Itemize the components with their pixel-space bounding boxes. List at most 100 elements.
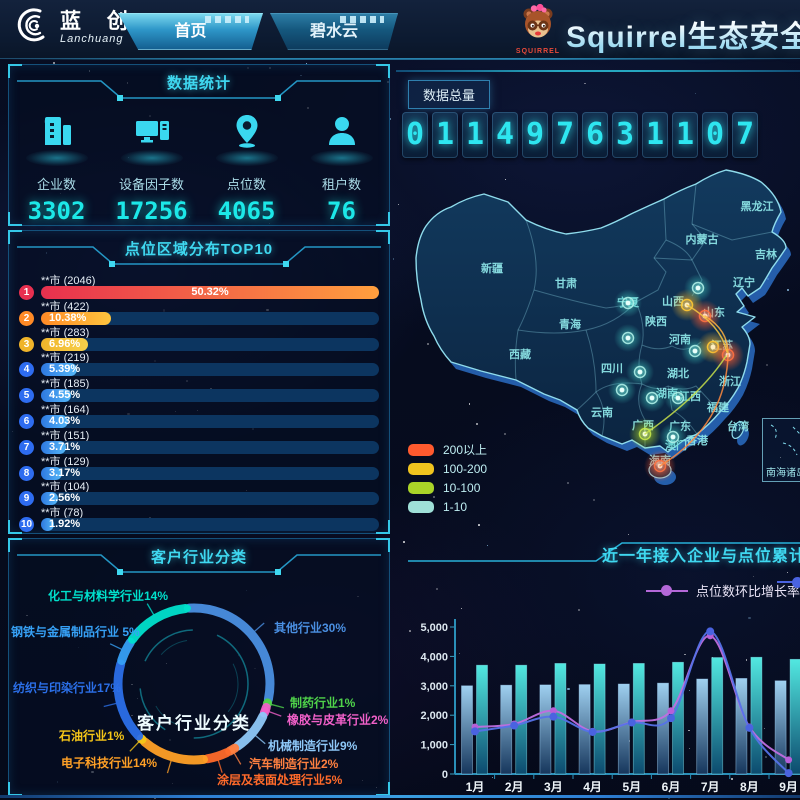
y-axis-tick: 3,000 bbox=[420, 681, 448, 693]
data-total-label: 数据总量 bbox=[408, 80, 490, 109]
panel-corner-accent bbox=[376, 212, 390, 226]
y-axis-tick: 4,000 bbox=[420, 651, 448, 663]
squirrel-mascot-icon: SQUIRREL bbox=[515, 3, 561, 55]
stats-grid: 企业数 3302 设备因子数 17256 bbox=[9, 109, 389, 225]
legend-line-marker bbox=[777, 581, 800, 583]
x-axis-month-label: 3月 bbox=[544, 780, 563, 794]
map-legend: 200以上 100-200 10-100 1-10 bbox=[408, 440, 487, 516]
rank-badge: 5 bbox=[19, 388, 34, 403]
map-province-label: 台湾 bbox=[727, 419, 749, 433]
devices-icon bbox=[130, 140, 174, 157]
panel-corner-accent bbox=[376, 64, 390, 78]
bar-percent: 50.32% bbox=[191, 286, 228, 299]
x-axis-month-label: 4月 bbox=[583, 780, 602, 794]
bar-track: 3.17% bbox=[41, 467, 379, 480]
slice-label-machinery: 机械制造行业9% bbox=[268, 737, 357, 754]
data-total-counter: 0 1 1 4 9 7 6 3 1 1 0 7 bbox=[402, 112, 758, 158]
x-axis-month-label: 6月 bbox=[662, 780, 681, 794]
map-province-label: 浙江 bbox=[719, 374, 741, 388]
inset-islands bbox=[763, 419, 800, 463]
counter-digit: 1 bbox=[462, 112, 488, 158]
panel-corner-accent bbox=[376, 520, 390, 534]
slice-label-steel: 钢铁与金属制品行业 5% bbox=[11, 623, 140, 640]
top10-row: **市 (219) 4 5.39% bbox=[19, 350, 379, 376]
top10-row: **市 (78) 10 1.92% bbox=[19, 505, 379, 531]
bar-track: 2.56% bbox=[41, 492, 379, 505]
logo-spiral-icon bbox=[16, 6, 52, 49]
panel-corner-accent bbox=[8, 538, 22, 552]
panel-title: 数据统计 bbox=[9, 72, 389, 93]
rank-badge: 3 bbox=[19, 337, 34, 352]
legend-swatch bbox=[408, 463, 434, 475]
user-icon bbox=[320, 140, 364, 157]
x-axis-month-label: 5月 bbox=[622, 780, 641, 794]
map-province-label: 陕西 bbox=[645, 314, 667, 328]
legend-swatch bbox=[408, 482, 434, 494]
bar-percent: 1.92% bbox=[49, 518, 80, 531]
panel-title: 客户行业分类 bbox=[9, 546, 389, 567]
top10-row: **市 (283) 3 6.96% bbox=[19, 325, 379, 351]
x-axis-month-label: 9月 bbox=[779, 780, 798, 794]
slice-label-pharma: 制药行业1% bbox=[290, 694, 355, 711]
x-axis-month-label: 7月 bbox=[701, 780, 720, 794]
bar-track: 5.39% bbox=[41, 363, 379, 376]
slice-label-electronics: 电子科技行业14% bbox=[61, 754, 157, 771]
y-axis-tick: 2,000 bbox=[420, 710, 448, 722]
panel-header: 客户行业分类 bbox=[9, 539, 389, 579]
rank-badge: 4 bbox=[19, 362, 34, 377]
tab-home[interactable]: 首页 bbox=[118, 13, 263, 50]
bar-track: 4.55% bbox=[41, 389, 379, 402]
counter-digit: 4 bbox=[492, 112, 518, 158]
map-province-label: 吉林 bbox=[755, 247, 777, 261]
industry-donut-chart: 客户行业分类 化工与材料学行业14% 钢铁与金属制品行业 5% 其他行业30% … bbox=[9, 579, 389, 795]
star bbox=[584, 83, 586, 85]
slice-label-chemical: 化工与材料学行业14% bbox=[48, 587, 168, 604]
slice-label-rubber: 橡胶与皮革行业2% bbox=[287, 711, 388, 728]
top10-row: **市 (185) 5 4.55% bbox=[19, 376, 379, 402]
rank-badge: 8 bbox=[19, 466, 34, 481]
panel-corner-accent bbox=[376, 538, 390, 552]
stat-value: 17256 bbox=[104, 197, 199, 225]
tab-bishuiyun[interactable]: 碧水云 bbox=[270, 13, 398, 50]
counter-digit: 0 bbox=[402, 112, 428, 158]
trend-combo-chart: 01,0002,0003,0004,0005,0001月2月3月4月5月6月7月… bbox=[396, 535, 800, 797]
counter-digit: 6 bbox=[582, 112, 608, 158]
trend-chart-title: 近一年接入企业与点位累计数 bbox=[602, 542, 798, 566]
map-province-label: 黑龙江 bbox=[741, 199, 774, 213]
legend-swatch bbox=[408, 501, 434, 513]
legend-row: 200以上 bbox=[408, 440, 487, 459]
inset-label: 南海诸岛 bbox=[766, 464, 800, 479]
panel-header: 数据统计 bbox=[9, 65, 389, 105]
top10-row: **市 (164) 6 4.03% bbox=[19, 402, 379, 428]
rank-badge: 1 bbox=[19, 285, 34, 300]
slice-label-coating: 涂层及表面处理行业5% bbox=[217, 771, 342, 788]
location-pin-icon bbox=[225, 140, 269, 157]
panel-corner-accent bbox=[376, 782, 390, 796]
counter-digit: 7 bbox=[732, 112, 758, 158]
stat-value: 3302 bbox=[9, 197, 104, 225]
star bbox=[695, 93, 696, 94]
slice-label-automobile: 汽车制造行业2% bbox=[249, 755, 338, 772]
panel-header: 点位区域分布TOP10 bbox=[9, 231, 389, 271]
building-icon bbox=[35, 140, 79, 157]
counter-digit: 1 bbox=[432, 112, 458, 158]
stat-tenants: 租户数 76 bbox=[294, 109, 389, 225]
stat-label: 设备因子数 bbox=[104, 174, 199, 193]
slice-label-other: 其他行业30% bbox=[274, 619, 346, 636]
slice-label-textile: 纺织与印染行业17% bbox=[13, 679, 121, 696]
panel-corner-accent bbox=[8, 64, 22, 78]
bar-track: 1.92% bbox=[41, 518, 379, 531]
panel-corner-accent bbox=[376, 230, 390, 244]
rank-badge: 9 bbox=[19, 491, 34, 506]
top10-row: **市 (422) 2 10.38% bbox=[19, 299, 379, 325]
map-province-label: 新疆 bbox=[481, 261, 503, 275]
legend-line-marker bbox=[646, 590, 688, 592]
counter-digit: 0 bbox=[702, 112, 728, 158]
bar-track: 3.71% bbox=[41, 441, 379, 454]
top10-row: **市 (129) 8 3.17% bbox=[19, 454, 379, 480]
stat-device-factors: 设备因子数 17256 bbox=[104, 109, 199, 225]
page-bottom-accent bbox=[0, 795, 800, 798]
y-axis-tick: 0 bbox=[442, 769, 448, 781]
stat-enterprises: 企业数 3302 bbox=[9, 109, 104, 225]
counter-digit: 1 bbox=[672, 112, 698, 158]
